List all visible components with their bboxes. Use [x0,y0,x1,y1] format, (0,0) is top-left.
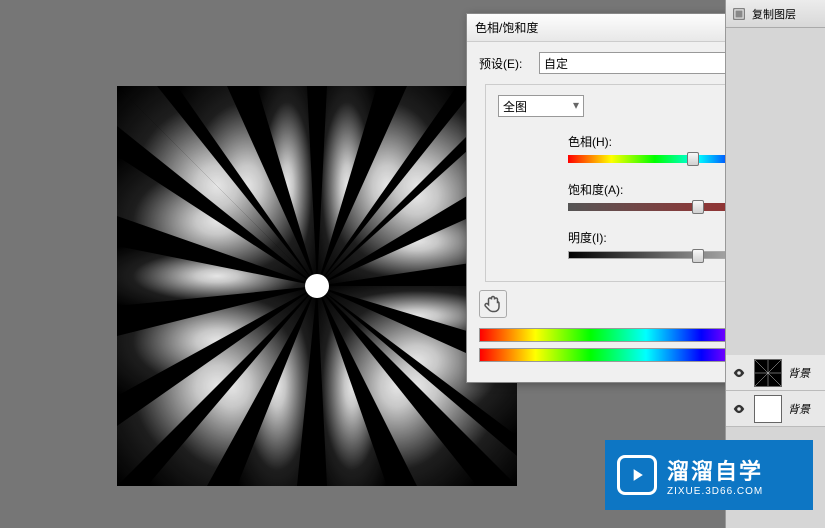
layer-row[interactable]: 背景 [726,391,825,427]
panel-tabs[interactable]: 复制图层 [726,0,825,28]
preset-label: 预设(E): [479,55,539,72]
watermark-sub: ZIXUE.3D66.COM [667,486,763,497]
hand-tool-icon[interactable] [479,290,507,318]
saturation-label: 饱和度(A): [568,181,648,198]
watermark-title: 溜溜自学 [667,454,763,486]
visibility-icon[interactable] [730,364,748,382]
visibility-icon[interactable] [730,400,748,418]
play-icon [617,455,657,495]
layers-list: 背景 背景 [726,355,825,427]
watermark: 溜溜自学 ZIXUE.3D66.COM [605,440,813,510]
canvas[interactable] [117,86,517,486]
channel-value: 全图 [503,100,527,114]
saturation-thumb[interactable] [692,200,704,214]
layer-name: 背景 [788,365,810,381]
layer-thumbnail [754,395,782,423]
layers-panel-icon [732,7,746,21]
dialog-title-text: 色相/饱和度 [475,21,538,35]
layer-name: 背景 [788,401,810,417]
layer-row[interactable]: 背景 [726,355,825,391]
channel-select[interactable]: 全图 ▾ [498,95,584,117]
panel-tab-label: 复制图层 [752,6,796,22]
lightness-label: 明度(I): [568,229,648,246]
lightness-thumb[interactable] [692,249,704,263]
layer-thumbnail [754,359,782,387]
hue-thumb[interactable] [687,152,699,166]
preset-value: 自定 [544,57,568,71]
hue-label: 色相(H): [568,133,648,150]
